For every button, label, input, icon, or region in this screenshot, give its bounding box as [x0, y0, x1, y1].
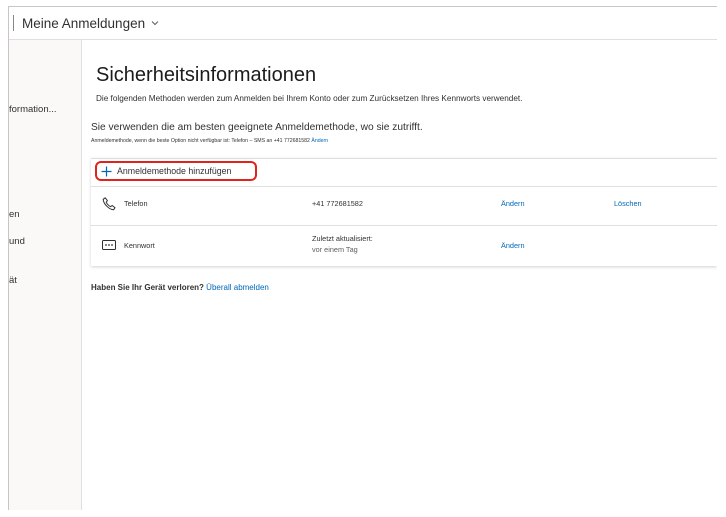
sidebar-item-label: und [9, 236, 25, 247]
method-detail-sub: vor einem Tag [312, 245, 358, 254]
main-content: Sicherheitsinformationen Die folgenden M… [82, 40, 717, 510]
plus-icon [101, 166, 112, 176]
page-subtitle: Die folgenden Methoden werden zum Anmeld… [96, 94, 523, 103]
method-detail: +41 772681582 [312, 199, 363, 208]
method-detail-label: Zuletzt aktualisiert: [312, 234, 373, 243]
method-name: Kennwort [124, 241, 155, 250]
phone-icon [102, 197, 116, 211]
chevron-down-icon[interactable] [150, 18, 160, 28]
lost-device-question: Haben Sie Ihr Gerät verloren? [91, 283, 204, 292]
change-password-link[interactable]: Ändern [501, 241, 525, 250]
app-title[interactable]: Meine Anmeldungen [22, 16, 145, 31]
sidebar-item-label: en [9, 209, 20, 220]
add-method-row: Anmeldemethode hinzufügen [91, 159, 717, 187]
sidebar: formation... en und ät [9, 40, 82, 510]
method-row-password: Kennwort Zuletzt aktualisiert: vor einem… [91, 226, 717, 264]
sidebar-item-organizations[interactable]: en [9, 209, 81, 220]
sidebar-item-privacy[interactable]: und [9, 236, 81, 247]
change-default-link[interactable]: Ändern [311, 138, 328, 144]
method-detail: Zuletzt aktualisiert: vor einem Tag [312, 234, 373, 254]
delete-phone-link[interactable]: Löschen [614, 199, 642, 208]
password-icon [102, 240, 116, 250]
default-method-note: Anmeldemethode, wenn die beste Option ni… [91, 138, 328, 144]
change-phone-link[interactable]: Ändern [501, 199, 525, 208]
sidebar-item-label: ät [9, 275, 17, 286]
add-method-label: Anmeldemethode hinzufügen [117, 166, 232, 176]
sidebar-item-security-info[interactable]: formation... [9, 104, 81, 115]
methods-card: Anmeldemethode hinzufügen Telefon +41 77… [91, 158, 717, 266]
page-title: Sicherheitsinformationen [96, 64, 317, 86]
sidebar-item-devices[interactable]: ät [9, 275, 81, 286]
app-frame: Meine Anmeldungen formation... en und ät… [8, 6, 717, 510]
topbar-divider [13, 15, 14, 31]
sidebar-item-label: formation... [9, 104, 57, 115]
top-bar: Meine Anmeldungen [9, 7, 717, 40]
default-method-heading: Sie verwenden die am besten geeignete An… [91, 122, 423, 133]
sign-out-everywhere-link[interactable]: Überall abmelden [206, 283, 269, 292]
default-method-note-text: Anmeldemethode, wenn die beste Option ni… [91, 138, 310, 144]
add-method-button[interactable]: Anmeldemethode hinzufügen [95, 161, 257, 181]
method-row-phone: Telefon +41 772681582 Ändern Löschen [91, 187, 717, 226]
method-name: Telefon [124, 199, 148, 208]
lost-device-line: Haben Sie Ihr Gerät verloren? Überall ab… [91, 283, 269, 292]
